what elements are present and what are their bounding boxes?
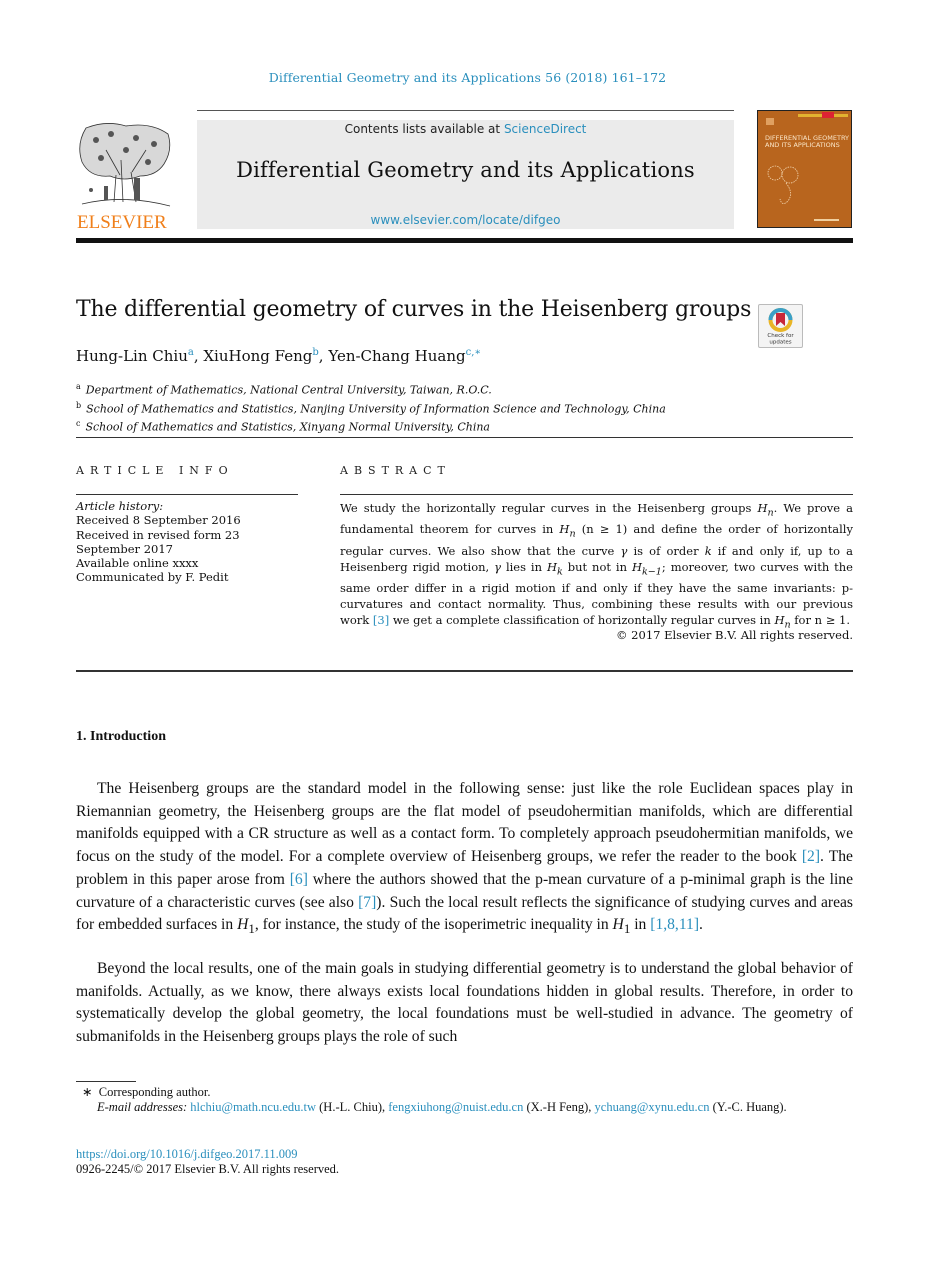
sciencedirect-link[interactable]: ScienceDirect: [504, 122, 586, 136]
history-line: Received 8 September 2016: [76, 513, 241, 528]
divider: [76, 437, 853, 438]
email-addresses: E-mail addresses: hlchiu@math.ncu.edu.tw…: [97, 1100, 787, 1114]
svg-text:Check for: Check for: [767, 333, 794, 339]
cover-footer-mark: [814, 219, 839, 221]
affiliation: a Department of Mathematics, National Cen…: [76, 382, 492, 397]
check-for-updates-icon: Check for updates: [767, 308, 794, 346]
affiliation-link[interactable]: c,∗: [466, 347, 482, 358]
footnotes: ∗ Corresponding author. E-mail addresses…: [76, 1085, 853, 1115]
paragraph: The Heisenberg groups are the standard m…: [76, 780, 853, 937]
copyright-notice: © 2017 Elsevier B.V. All rights reserved…: [616, 628, 853, 642]
header-thick-rule: [76, 238, 853, 243]
cover-artwork-icon: [767, 165, 799, 204]
journal-title: Differential Geometry and its Applicatio…: [236, 158, 695, 182]
divider: [340, 494, 853, 495]
reference-link[interactable]: [7]: [358, 894, 376, 911]
abstract-text: We study the horizontally regular curves…: [340, 501, 853, 631]
corresponding-author-note: ∗ Corresponding author.: [82, 1085, 211, 1099]
history-line: September 2017: [76, 541, 173, 556]
cover-logo: [766, 118, 774, 125]
svg-text:updates: updates: [769, 340, 791, 346]
affiliation-link[interactable]: b: [312, 347, 318, 358]
reference-link[interactable]: [1,8,11]: [650, 916, 699, 933]
journal-banner: Contents lists available at ScienceDirec…: [197, 120, 734, 229]
cover-title: DIFFERENTIAL GEOMETRY AND ITS APPLICATIO…: [765, 134, 850, 149]
doi-link[interactable]: https://doi.org/10.1016/j.difgeo.2017.11…: [76, 1147, 339, 1162]
divider: [76, 670, 853, 672]
issn-copyright: 0926-2245/© 2017 Elsevier B.V. All right…: [76, 1162, 340, 1176]
affiliation-link[interactable]: a: [188, 347, 194, 358]
divider: [76, 494, 298, 495]
abstract-heading: ABSTRACT: [340, 464, 451, 477]
journal-reference-link[interactable]: Differential Geometry and its Applicatio…: [0, 70, 935, 85]
email-link[interactable]: hlchiu@math.ncu.edu.tw: [190, 1100, 316, 1114]
author-name: Hung-Lin Chiu: [76, 347, 188, 365]
author-list: Hung-Lin Chiua, XiuHong Fengb, Yen-Chang…: [76, 347, 482, 365]
cover-stripe-accent: [822, 112, 834, 118]
email-link[interactable]: ychuang@xynu.edu.cn: [595, 1100, 710, 1114]
reference-link[interactable]: [3]: [373, 613, 389, 627]
history-line: Communicated by F. Pedit: [76, 570, 229, 585]
affiliations: a Department of Mathematics, National Cen…: [76, 379, 666, 435]
elsevier-logo[interactable]: ELSEVIER: [76, 120, 174, 233]
journal-url-link[interactable]: www.elsevier.com/locate/difgeo: [197, 213, 734, 227]
affiliation: b School of Mathematics and Statistics, N…: [76, 400, 666, 416]
reference-link[interactable]: [2]: [802, 848, 820, 865]
check-for-updates-button[interactable]: Check for updates: [758, 304, 803, 348]
article-info-heading: ARTICLE INFO: [76, 464, 234, 477]
journal-cover-thumbnail[interactable]: DIFFERENTIAL GEOMETRY AND ITS APPLICATIO…: [757, 110, 852, 228]
footnote-rule: [76, 1081, 136, 1082]
doi-block: https://doi.org/10.1016/j.difgeo.2017.11…: [76, 1147, 339, 1177]
affiliation: c School of Mathematics and Statistics, X…: [76, 419, 490, 434]
paragraph: Beyond the local results, one of the mai…: [76, 960, 853, 1046]
elsevier-wordmark: ELSEVIER: [77, 212, 167, 232]
article-history: Article history: Received 8 September 20…: [76, 499, 298, 585]
author-name: Yen-Chang Huang: [328, 347, 466, 365]
contents-available-line: Contents lists available at ScienceDirec…: [344, 122, 587, 136]
history-line: Received in revised form 23: [76, 527, 240, 542]
article-history-label: Article history:: [76, 499, 164, 513]
author-name: XiuHong Feng: [203, 347, 313, 365]
article-title: The differential geometry of curves in t…: [76, 297, 752, 322]
reference-link[interactable]: [6]: [290, 871, 308, 888]
history-line: Available online xxxx: [76, 556, 199, 571]
email-link[interactable]: fengxiuhong@nuist.edu.cn: [388, 1100, 523, 1114]
section-heading: 1. Introduction: [76, 729, 166, 744]
elsevier-tree-icon: ELSEVIER: [77, 123, 171, 233]
header-top-rule: [197, 110, 734, 111]
